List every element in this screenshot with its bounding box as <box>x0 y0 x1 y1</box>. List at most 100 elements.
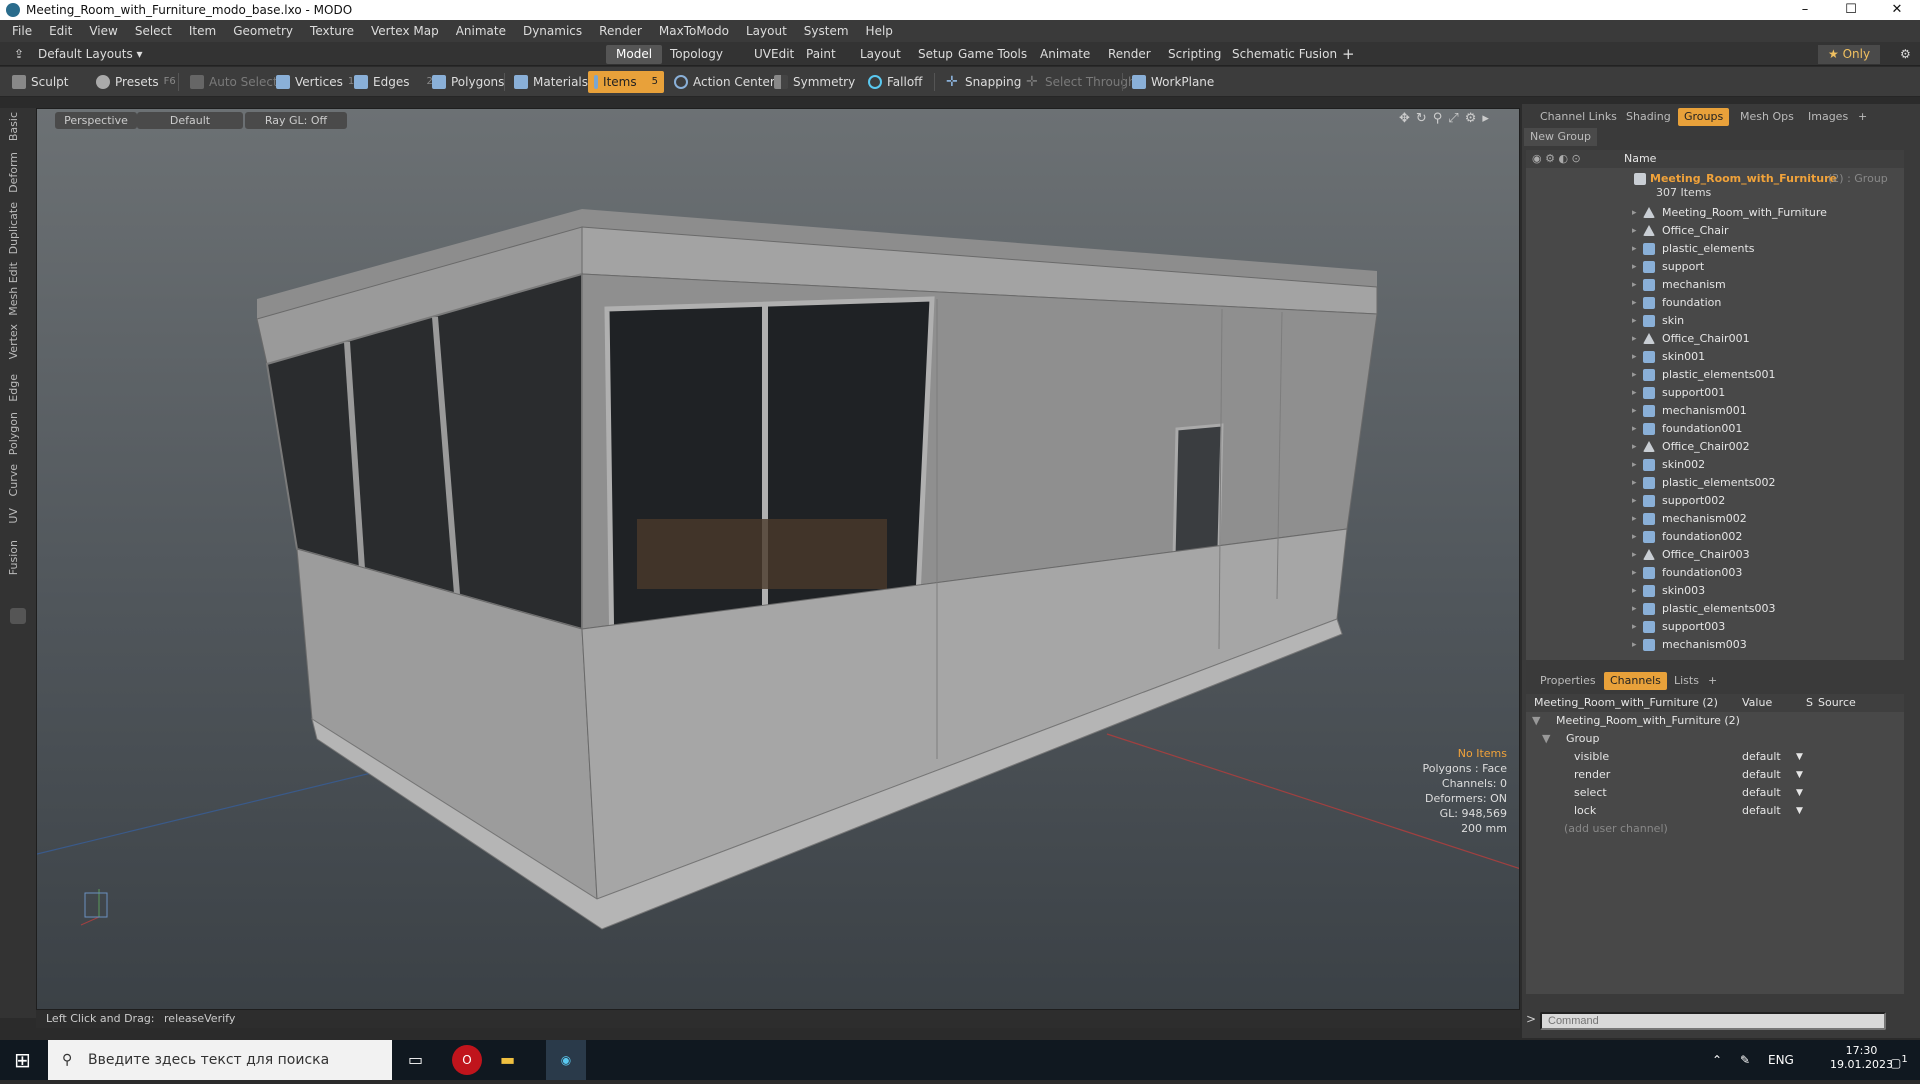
menu-render[interactable]: Render <box>593 24 653 38</box>
channels-item-row[interactable]: ▼ Meeting_Room_with_Furniture (2) <box>1526 712 1904 730</box>
windows-start-icon[interactable]: ⊞ <box>14 1040 31 1080</box>
group-item-row[interactable]: ▸ foundation002 <box>1526 528 1904 546</box>
items-button[interactable]: Items 5 <box>588 71 664 93</box>
expand-arrow-icon[interactable]: ▸ <box>1632 240 1637 258</box>
add-user-channel[interactable]: (add user channel) <box>1526 820 1904 838</box>
expand-arrow-icon[interactable]: ▸ <box>1632 348 1637 366</box>
tab-layout[interactable]: Layout <box>850 45 911 64</box>
tray-chevron-icon[interactable]: ⌃ <box>1712 1040 1722 1080</box>
select-through-button[interactable]: ✛ Select Through <box>1020 71 1142 93</box>
auto-select-button[interactable]: Auto Select <box>184 71 284 93</box>
tab-paint[interactable]: Paint <box>796 45 846 64</box>
vtab-deform[interactable]: Deform <box>7 152 20 193</box>
maximize-button[interactable]: ☐ <box>1828 0 1874 20</box>
vtab-mesh-edit[interactable]: Mesh Edit <box>7 262 20 316</box>
pen-icon[interactable]: ✎ <box>1740 1040 1750 1080</box>
tab-lists[interactable]: Lists <box>1668 672 1705 690</box>
expand-arrow-icon[interactable]: ▼ <box>1542 730 1550 748</box>
menu-system[interactable]: System <box>798 24 860 38</box>
menu-vertex-map[interactable]: Vertex Map <box>365 24 450 38</box>
group-item-row[interactable]: ▸ support003 <box>1526 618 1904 636</box>
gear-icon[interactable]: ⚙ <box>1890 45 1920 64</box>
expand-arrow-icon[interactable]: ▸ <box>1632 222 1637 240</box>
group-item-row[interactable]: ▸ skin002 <box>1526 456 1904 474</box>
tab-topology[interactable]: Topology <box>660 45 733 64</box>
group-item-row[interactable]: ▸ skin001 <box>1526 348 1904 366</box>
dropdown-arrow-icon[interactable]: ▼ <box>1796 748 1803 766</box>
channel-value[interactable]: default <box>1742 766 1802 784</box>
close-button[interactable]: ✕ <box>1874 0 1920 20</box>
new-group-button[interactable]: New Group <box>1524 128 1597 146</box>
group-item-row[interactable]: ▸ support002 <box>1526 492 1904 510</box>
vtab-curve[interactable]: Curve <box>7 464 20 496</box>
collapse-toggle[interactable] <box>10 608 26 624</box>
tab-properties[interactable]: Properties <box>1534 672 1602 690</box>
vertices-button[interactable]: Vertices 1 <box>270 71 360 93</box>
minimize-button[interactable]: – <box>1782 0 1828 20</box>
group-item-row[interactable]: ▸ foundation <box>1526 294 1904 312</box>
menu-dynamics[interactable]: Dynamics <box>517 24 593 38</box>
expand-arrow-icon[interactable]: ▸ <box>1632 600 1637 618</box>
expand-arrow-icon[interactable]: ▸ <box>1632 420 1637 438</box>
expand-arrow-icon[interactable]: ▼ <box>1532 712 1540 730</box>
expand-arrow-icon[interactable]: ▸ <box>1632 636 1637 654</box>
sculpt-button[interactable]: Sculpt <box>6 71 74 93</box>
menu-help[interactable]: Help <box>860 24 904 38</box>
channel-value[interactable]: default <box>1742 802 1802 820</box>
vtab-fusion[interactable]: Fusion <box>7 540 20 575</box>
tab-animate[interactable]: Animate <box>1030 45 1100 64</box>
tab-channel-links[interactable]: Channel Links <box>1534 108 1623 126</box>
group-item-row[interactable]: ▸ Office_Chair003 <box>1526 546 1904 564</box>
tab-game-tools[interactable]: Game Tools <box>948 45 1037 64</box>
expand-arrow-icon[interactable]: ▸ <box>1632 294 1637 312</box>
vtab-duplicate[interactable]: Duplicate <box>7 202 20 254</box>
group-item-row[interactable]: ▸ plastic_elements003 <box>1526 600 1904 618</box>
expand-arrow-icon[interactable]: ▸ <box>1632 312 1637 330</box>
expand-arrow-icon[interactable]: ▸ <box>1632 564 1637 582</box>
vtab-edge[interactable]: Edge <box>7 374 20 402</box>
menu-select[interactable]: Select <box>129 24 183 38</box>
notifications-icon[interactable]: ▢1 <box>1890 1040 1908 1080</box>
taskbar-clock[interactable]: 17:30 19.01.2023 <box>1830 1044 1893 1084</box>
task-view-icon[interactable]: ▭ <box>408 1040 423 1080</box>
expand-arrow-icon[interactable]: ▸ <box>1632 366 1637 384</box>
vtab-uv[interactable]: UV <box>7 508 20 524</box>
expand-arrow-icon[interactable]: ▸ <box>1632 456 1637 474</box>
falloff-button[interactable]: Falloff <box>862 71 928 93</box>
expand-arrow-icon[interactable]: ▸ <box>1632 528 1637 546</box>
expand-arrow-icon[interactable]: ▸ <box>1632 510 1637 528</box>
channels-group-row[interactable]: ▼ Group <box>1526 730 1904 748</box>
dropdown-arrow-icon[interactable]: ▼ <box>1796 802 1803 820</box>
tab-images[interactable]: Images <box>1802 108 1854 126</box>
name-column-header[interactable]: Name <box>1624 150 1656 168</box>
dropdown-arrow-icon[interactable]: ▼ <box>1796 766 1803 784</box>
expand-arrow-icon[interactable]: ▸ <box>1632 330 1637 348</box>
polygons-button[interactable]: Polygons <box>426 71 510 93</box>
add-tab-button[interactable]: + <box>1332 45 1365 64</box>
command-input[interactable] <box>1540 1012 1886 1030</box>
group-item-row[interactable]: ▸ Meeting_Room_with_Furniture <box>1526 204 1904 222</box>
default-layouts-dropdown[interactable]: Default Layouts ▾ <box>28 45 153 64</box>
group-item-row[interactable]: ▸ foundation001 <box>1526 420 1904 438</box>
expand-arrow-icon[interactable]: ▸ <box>1632 258 1637 276</box>
modo-taskbar-icon[interactable]: ◉ <box>546 1040 586 1080</box>
presets-button[interactable]: Presets F6 <box>90 71 182 93</box>
expand-arrow-icon[interactable]: ▸ <box>1632 402 1637 420</box>
action-center-button[interactable]: Action Center <box>668 71 781 93</box>
vtab-vertex[interactable]: Vertex <box>7 324 20 359</box>
expand-arrow-icon[interactable]: ▸ <box>1632 276 1637 294</box>
tab-schematic-fusion[interactable]: Schematic Fusion <box>1222 45 1347 64</box>
only-toggle[interactable]: ★ Only <box>1818 45 1881 64</box>
menu-texture[interactable]: Texture <box>304 24 365 38</box>
taskbar-search[interactable]: ⚲ Введите здесь текст для поиска <box>48 1040 392 1080</box>
tab-scripting[interactable]: Scripting <box>1158 45 1231 64</box>
menu-item[interactable]: Item <box>183 24 227 38</box>
group-item-row[interactable]: ▸ plastic_elements001 <box>1526 366 1904 384</box>
workplane-button[interactable]: WorkPlane <box>1126 71 1220 93</box>
group-item-row[interactable]: ▸ support001 <box>1526 384 1904 402</box>
expand-arrow-icon[interactable]: ▸ <box>1632 618 1637 636</box>
channel-row[interactable]: render default ▼ <box>1526 766 1904 784</box>
materials-button[interactable]: Materials <box>508 71 594 93</box>
symmetry-button[interactable]: Symmetry <box>768 71 861 93</box>
snapping-button[interactable]: ✛ Snapping <box>940 71 1027 93</box>
